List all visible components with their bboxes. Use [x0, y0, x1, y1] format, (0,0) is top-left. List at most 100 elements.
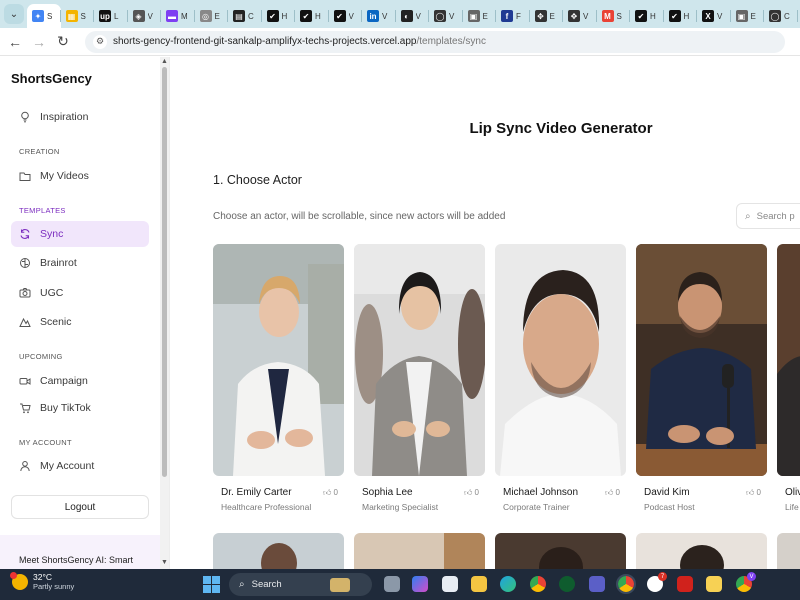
os-taskbar: 32°C Partly sunny ⌕ Search 7 V — [0, 569, 800, 600]
actor-role: Marketing Specialist — [362, 502, 439, 512]
sun-icon — [10, 572, 28, 590]
browser-tab[interactable]: ▦ S — [61, 4, 95, 28]
sidebar-item-scenic[interactable]: Scenic — [11, 309, 149, 335]
sidebar-item-sync[interactable]: Sync — [11, 221, 149, 247]
cart-icon — [19, 402, 31, 414]
sidebar-item-my-videos[interactable]: My Videos — [11, 163, 149, 189]
tab-title: C — [248, 11, 254, 21]
pdf-reader-icon[interactable] — [677, 576, 693, 592]
section-heading-templates: TEMPLATES — [19, 206, 66, 215]
like-counter[interactable]: 👍︎ 0 — [605, 488, 620, 498]
browser-tab[interactable]: in V — [362, 4, 396, 28]
browser-tab[interactable]: ◈ V — [128, 4, 162, 28]
sidebar-item-inspiration[interactable]: Inspiration — [11, 104, 149, 130]
promo-banner[interactable]: Meet ShortsGency AI: Smart — [0, 535, 161, 569]
sidebar-item-label: My Videos — [40, 170, 89, 182]
actor-card[interactable]: David Kim Podcast Host 👍︎ 0 — [636, 244, 767, 512]
browser-tab[interactable]: ✔ H — [262, 4, 296, 28]
scroll-up-arrow[interactable]: ▲ — [161, 58, 168, 65]
actor-card[interactable]: Sophia Lee Marketing Specialist 👍︎ 0 — [354, 244, 485, 512]
tab-search-button[interactable]: ⌄ — [4, 4, 24, 24]
camera-icon — [19, 287, 31, 299]
actor-card[interactable] — [495, 533, 626, 569]
sidebar-item-ugc[interactable]: UGC — [11, 280, 149, 306]
actor-card[interactable] — [636, 533, 767, 569]
browser-tab[interactable]: ◯ C — [764, 4, 798, 28]
sidebar-item-brainrot[interactable]: Brainrot — [11, 250, 149, 276]
like-counter[interactable]: 👍︎ 0 — [464, 488, 479, 498]
sidebar-item-label: Sync — [40, 228, 64, 240]
file-explorer-icon[interactable] — [471, 576, 487, 592]
chrome-icon[interactable] — [530, 576, 546, 592]
browser-tab[interactable]: ◐ V — [396, 4, 430, 28]
lightbulb-icon — [19, 111, 31, 123]
reload-button[interactable]: ↻ — [51, 30, 75, 54]
actor-name: Dr. Emily Carter — [221, 487, 292, 498]
tab-title: V — [348, 11, 354, 21]
browser-tab[interactable]: ▣ E — [731, 4, 765, 28]
actor-card[interactable] — [354, 533, 485, 569]
sidebar-item-campaign[interactable]: Campaign — [11, 368, 149, 394]
site-info-icon[interactable]: ⚙ — [93, 34, 107, 49]
like-counter[interactable]: 👍︎ 0 — [323, 488, 338, 498]
start-button[interactable] — [203, 576, 220, 593]
actor-card[interactable] — [213, 533, 344, 569]
chrome-profile-icon[interactable]: V — [736, 572, 756, 592]
browser-tab[interactable]: fF — [496, 4, 530, 28]
like-counter[interactable]: 👍︎ 0 — [746, 488, 761, 498]
actor-card[interactable] — [777, 533, 800, 569]
brand-logo[interactable]: ShortsGency — [11, 71, 92, 86]
logout-button[interactable]: Logout — [11, 495, 149, 519]
scroll-down-arrow[interactable]: ▼ — [161, 559, 168, 566]
task-view-icon[interactable] — [384, 576, 400, 592]
sidebar-item-my-account[interactable]: My Account — [11, 453, 149, 479]
sidebar-item-buy-tiktok[interactable]: Buy TikTok — [11, 395, 149, 421]
actor-card[interactable]: Oliv Life — [777, 244, 800, 512]
tab-title: E — [549, 11, 555, 21]
actor-card[interactable]: Dr. Emily Carter Healthcare Professional… — [213, 244, 344, 512]
tab-title: S — [616, 11, 622, 21]
sidebar: ShortsGency Inspiration CREATION My Vide… — [0, 57, 170, 569]
browser-tab[interactable]: ◎ E — [195, 4, 229, 28]
browser-tab[interactable]: ▬ M — [161, 4, 195, 28]
tab-title: V — [449, 11, 455, 21]
actor-card[interactable]: Michael Johnson Corporate Trainer 👍︎ 0 — [495, 244, 626, 512]
tab-title: H — [315, 11, 321, 21]
browser-tab[interactable]: ✥ V — [563, 4, 597, 28]
browser-tab[interactable]: XV — [697, 4, 731, 28]
sticky-notes-icon[interactable] — [706, 576, 722, 592]
chrome-active-icon[interactable] — [616, 574, 636, 594]
browser-tab[interactable]: ◯ V — [429, 4, 463, 28]
scrollbar-thumb[interactable] — [162, 67, 167, 477]
back-button[interactable]: ← — [3, 30, 27, 54]
browser-tab[interactable]: ✔ H — [664, 4, 698, 28]
sidebar-scrollbar[interactable]: ▲ ▼ — [160, 57, 169, 569]
calendar-app-icon[interactable]: 7 — [647, 572, 667, 592]
url-path: /templates/sync — [416, 36, 486, 47]
forward-button[interactable]: → — [27, 30, 51, 54]
mongodb-icon[interactable] — [559, 576, 575, 592]
browser-tab[interactable]: ✔ H — [630, 4, 664, 28]
weather-widget[interactable]: 32°C Partly sunny — [10, 572, 74, 592]
teams-icon[interactable] — [589, 576, 605, 592]
browser-tab[interactable]: ✦ S — [27, 4, 61, 28]
taskbar-search[interactable]: ⌕ Search — [229, 573, 372, 596]
tab-favicon-icon: ✥ — [568, 10, 580, 22]
store-icon[interactable] — [442, 576, 458, 592]
browser-tab[interactable]: ✔ H — [295, 4, 329, 28]
browser-tab[interactable]: MS — [597, 4, 631, 28]
search-placeholder: Search p — [756, 210, 795, 222]
edge-icon[interactable] — [500, 576, 516, 592]
browser-tab[interactable]: ✔ V — [329, 4, 363, 28]
browser-tab[interactable]: ▤ C — [228, 4, 262, 28]
browser-tab[interactable]: ✥ E — [530, 4, 564, 28]
tab-favicon-icon: X — [702, 10, 714, 22]
copilot-icon[interactable] — [412, 576, 428, 592]
tab-title: E — [750, 11, 756, 21]
browser-tab[interactable]: ▣ E — [463, 4, 497, 28]
address-bar[interactable]: ⚙ shorts-gency-frontend-git-sankalp-ampl… — [85, 30, 785, 53]
sidebar-item-label: Brainrot — [40, 257, 77, 269]
actor-search-input[interactable]: ⌕ Search p — [736, 203, 800, 229]
tab-title: V — [147, 11, 153, 21]
browser-tab[interactable]: up L — [94, 4, 128, 28]
